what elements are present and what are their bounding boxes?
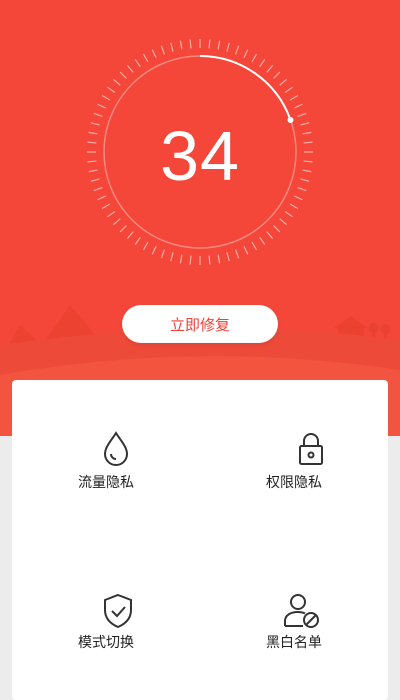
score-header: 34	[0, 0, 400, 436]
gauge-tick	[134, 236, 141, 245]
user-block-icon	[284, 594, 319, 628]
shield-check-icon	[104, 593, 132, 629]
gauge-tick	[235, 249, 240, 259]
gauge-tick	[217, 254, 221, 264]
gauge-tick	[273, 225, 281, 233]
gauge-tick	[179, 40, 183, 50]
gauge-tick	[266, 231, 274, 239]
gauge-tick	[226, 42, 230, 52]
gauge-tick	[284, 86, 293, 93]
gauge-tick	[134, 59, 141, 68]
gauge-tick	[97, 103, 106, 109]
feature-label: 权限隐私	[266, 475, 322, 491]
feature-grid: 流量隐私 权限隐私 模式切换 黑白名单	[12, 380, 388, 700]
gauge-tick	[243, 246, 249, 255]
gauge-tick	[142, 53, 149, 63]
droplet-icon	[103, 431, 129, 466]
feature-label: 模式切换	[78, 635, 134, 651]
feature-blacklist-whitelist[interactable]: 黑白名单	[200, 540, 388, 700]
gauge-tick	[259, 59, 266, 68]
gauge-tick	[151, 246, 157, 255]
gauge-tick	[297, 112, 307, 117]
gauge-tick	[284, 211, 293, 218]
gauge-tick	[266, 65, 274, 73]
gauge-tick	[226, 252, 230, 262]
fix-now-button[interactable]: 立即修复	[122, 305, 278, 343]
gauge-tick	[189, 39, 192, 49]
gauge-tick	[294, 195, 303, 201]
gauge-tick	[113, 218, 121, 226]
gauge-tick	[251, 53, 258, 63]
gauge-tick	[289, 203, 299, 210]
gauge-tick	[289, 94, 299, 101]
gauge-tick	[294, 103, 303, 109]
gauge-tick	[142, 241, 149, 251]
feature-mode-switch[interactable]: 模式切换	[12, 540, 200, 700]
gauge-tick	[208, 255, 211, 265]
feature-traffic-privacy[interactable]: 流量隐私	[12, 380, 200, 540]
gauge-tick	[107, 211, 116, 218]
feature-permission-privacy[interactable]: 权限隐私	[200, 380, 388, 540]
gauge-tick	[107, 86, 116, 93]
gauge-tick	[235, 45, 240, 55]
gauge-tick	[259, 236, 266, 245]
gauge-tick	[217, 40, 221, 50]
gauge-tick	[119, 71, 127, 79]
gauge-tick	[243, 49, 249, 58]
gauge-tick	[170, 252, 174, 262]
gauge-tick	[251, 241, 258, 251]
gauge-tick	[151, 49, 157, 58]
gauge-tick	[189, 255, 192, 265]
gauge-tick	[170, 42, 174, 52]
gauge-tick	[126, 65, 134, 73]
gauge-tick	[119, 225, 127, 233]
gauge-tick	[179, 254, 183, 264]
gauge-tick	[279, 218, 287, 226]
gauge-tick	[273, 71, 281, 79]
gauge-tick	[101, 94, 111, 101]
gauge-tick	[101, 203, 111, 210]
gauge-tick	[97, 195, 106, 201]
gauge-tick	[279, 78, 287, 86]
gauge-tick	[113, 78, 121, 86]
gauge-tick	[208, 39, 211, 49]
gauge-tick	[160, 45, 165, 55]
gauge-tick	[93, 112, 103, 117]
feature-label: 黑白名单	[266, 635, 322, 651]
security-score: 34	[160, 117, 240, 195]
gauge-tick	[160, 249, 165, 259]
feature-label: 流量隐私	[78, 475, 134, 491]
gauge-tick	[126, 231, 134, 239]
lock-icon	[299, 433, 323, 465]
